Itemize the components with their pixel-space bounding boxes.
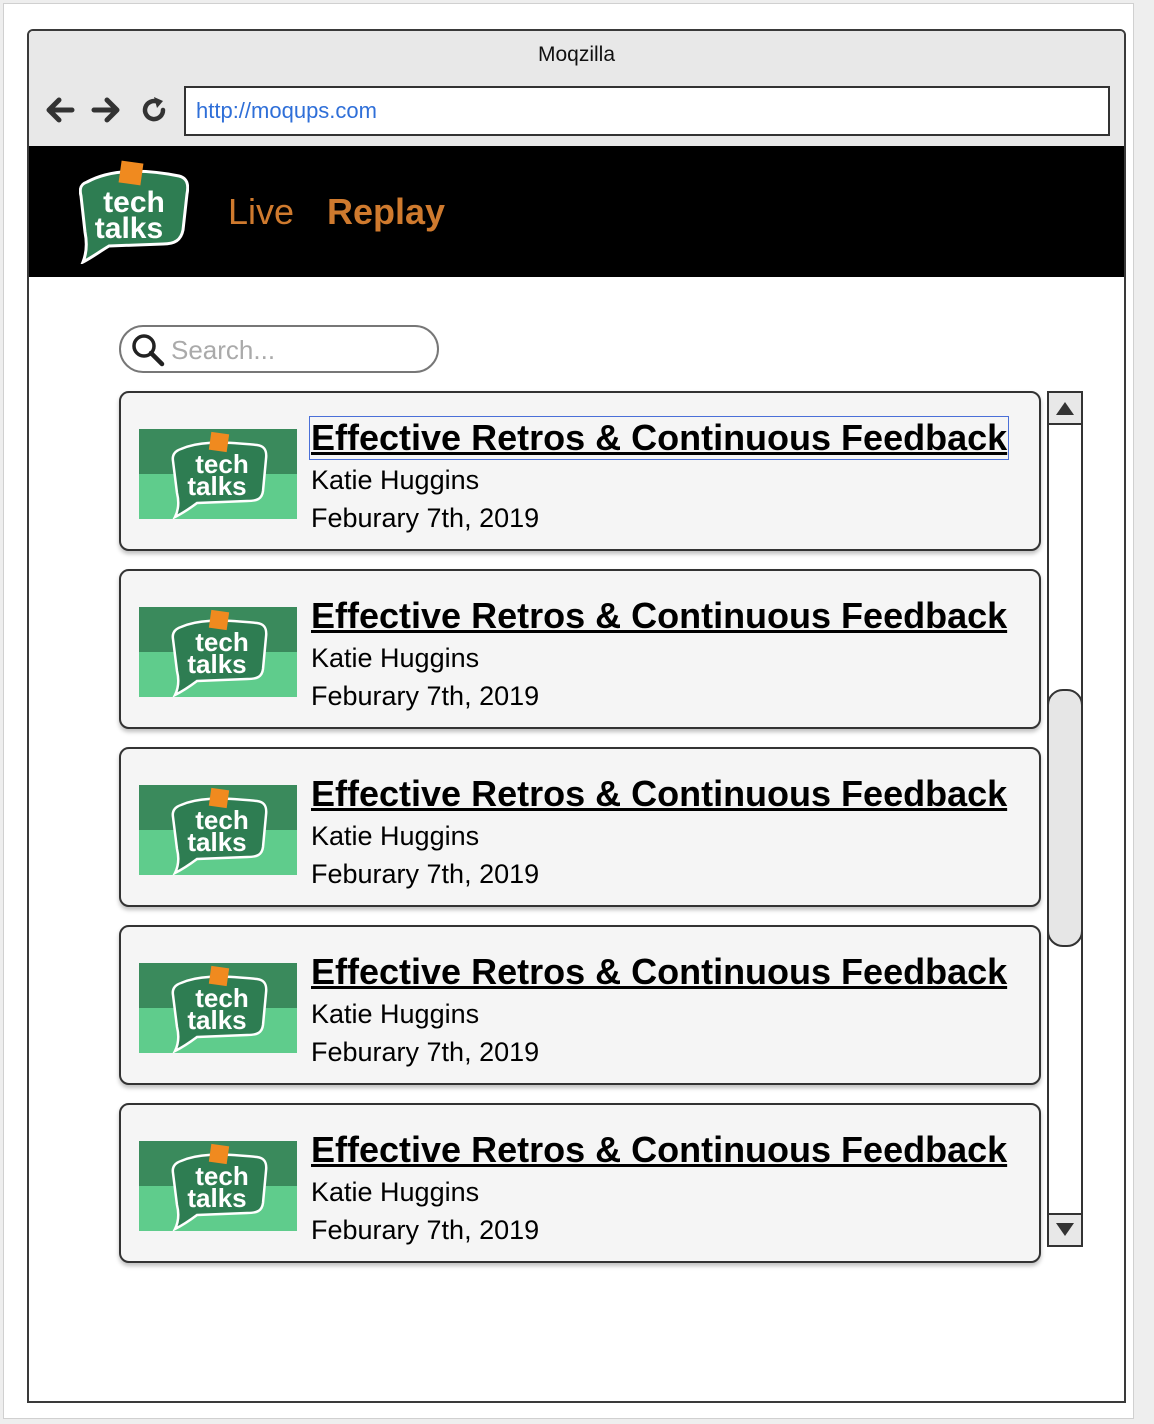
talk-title-link[interactable]: Effective Retros & Continuous Feedback <box>310 1129 1008 1171</box>
address-bar[interactable]: http://moqups.com <box>184 86 1110 136</box>
talk-title-link[interactable]: Effective Retros & Continuous Feedback <box>310 595 1008 637</box>
talk-speaker: Katie Huggins <box>311 999 480 1029</box>
reload-icon <box>142 97 166 122</box>
talk-title-link[interactable]: Effective Retros & Continuous Feedback <box>308 416 1010 460</box>
nav-live-link[interactable]: Live <box>228 191 294 233</box>
triangle-down-icon <box>1056 1223 1074 1236</box>
talk-date: Feburary 7th, 2019 <box>311 681 540 711</box>
search-icon <box>132 334 165 367</box>
talk-thumbnail: techtalks <box>139 607 297 697</box>
arrow-right-icon <box>91 97 120 123</box>
talk-card[interactable]: tech talks Effective Retros & Continuous F… <box>119 1103 1041 1263</box>
reload-button[interactable] <box>135 91 173 129</box>
thumb-text-talks: talks <box>187 827 246 857</box>
talk-date: Feburary 7th, 2019 <box>311 1037 540 1067</box>
search-box[interactable] <box>119 325 439 373</box>
search-input[interactable] <box>169 331 423 369</box>
talk-thumbnail: techtalks <box>139 785 297 875</box>
thumb-text-talks: talks <box>187 1005 246 1035</box>
talk-speaker: Katie Huggins <box>311 465 480 495</box>
thumb-text-talks: talks <box>187 471 246 501</box>
site-header: tech talks Live Replay <box>29 146 1124 277</box>
logo-text-talks: talks <box>95 212 163 245</box>
tech-talks-logo[interactable]: tech talks <box>79 160 189 264</box>
talk-title-link[interactable]: Effective Retros & Continuous Feedback <box>310 773 1008 815</box>
thumb-text-talks: talks <box>187 1183 246 1213</box>
talk-date: Feburary 7th, 2019 <box>311 503 540 533</box>
browser-chrome: Moqzilla http://moqups.com <box>29 31 1124 146</box>
arrow-left-icon <box>46 97 75 123</box>
talk-speaker: Katie Huggins <box>311 1177 480 1207</box>
talk-thumbnail: techtalks <box>139 963 297 1053</box>
talk-card[interactable]: tech talks Effective Retros & Continuous F… <box>119 747 1041 907</box>
thumb-text-talks: talks <box>187 649 246 679</box>
talk-speaker: Katie Huggins <box>311 643 480 673</box>
window-title: Moqzilla <box>537 43 616 66</box>
scroll-down-button[interactable] <box>1049 1213 1081 1245</box>
talk-card[interactable]: tech talks Effective Retros & Continuous F… <box>119 391 1041 551</box>
talk-thumbnail: techtalks <box>139 429 297 519</box>
back-button[interactable] <box>41 91 79 129</box>
talk-card[interactable]: tech talks Effective Retros & Continuous F… <box>119 925 1041 1085</box>
scroll-thumb[interactable] <box>1047 689 1083 947</box>
browser-window: Moqzilla http://moqups.com tech talks Li… <box>27 29 1126 1403</box>
talk-title-link[interactable]: Effective Retros & Continuous Feedback <box>310 951 1008 993</box>
forward-button[interactable] <box>87 91 125 129</box>
talk-card[interactable]: tech talks Effective Retros & Continuous F… <box>119 569 1041 729</box>
talk-speaker: Katie Huggins <box>311 821 480 851</box>
list-scrollbar[interactable] <box>1047 391 1083 1247</box>
nav-replay-link[interactable]: Replay <box>327 191 445 233</box>
talk-thumbnail: techtalks <box>139 1141 297 1231</box>
scroll-up-button[interactable] <box>1049 393 1081 425</box>
talk-date: Feburary 7th, 2019 <box>311 859 540 889</box>
talk-date: Feburary 7th, 2019 <box>311 1215 540 1245</box>
triangle-up-icon <box>1056 402 1074 415</box>
